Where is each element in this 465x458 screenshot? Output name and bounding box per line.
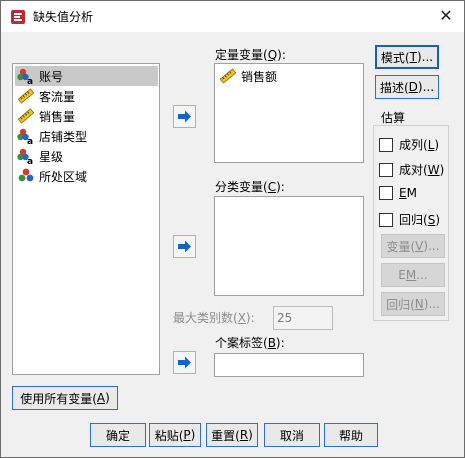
scale-ruler-icon [17,108,35,124]
arrow-right-icon [178,240,191,253]
case-labels-field[interactable] [214,353,364,377]
em-checkbox[interactable]: EM [379,186,417,200]
nominal-string-icon: a [17,148,33,165]
categorical-variable-list[interactable] [214,196,364,296]
listwise-checkbox[interactable]: 成列(L) [379,136,439,153]
variable-name: 店铺类型 [39,129,88,144]
scale-ruler-icon [17,88,35,104]
variable-name: 账号 [39,69,64,84]
max-categories-label: 最大类别数(X): [173,311,255,325]
nominal-string-icon: a [17,68,33,85]
variable-name: 所处区域 [39,169,88,184]
list-item[interactable]: a 店铺类型 [15,126,158,146]
missing-value-analysis-dialog: 缺失值分析 ✕ a 账号 客流量 销售量 a 店铺类型 a 星级 所处区域 定量… [0,0,465,458]
list-item[interactable]: 销售量 [15,106,158,126]
quantitative-variable-list[interactable]: 销售额 [214,63,364,163]
variables-button[interactable]: 变量(V)... [381,234,445,258]
variable-name: 星级 [39,149,64,164]
regression-checkbox[interactable]: 回归(S) [379,211,440,228]
arrow-right-icon [178,110,191,123]
nominal-string-icon: a [17,128,33,145]
checkbox-box[interactable] [379,212,393,227]
close-icon[interactable]: ✕ [434,5,458,27]
pairwise-checkbox[interactable]: 成对(W) [379,161,444,178]
scale-ruler-icon [219,68,237,84]
move-to-case-labels-button[interactable] [173,351,196,374]
arrow-right-icon [178,356,191,369]
svg-text:a: a [27,157,33,165]
nominal-icon [18,168,34,182]
use-all-variables-button[interactable]: 使用所有变量(A) [12,386,118,410]
list-item[interactable]: a 星级 [15,146,158,166]
patterns-button[interactable]: 模式(T)... [375,45,439,69]
checkbox-box[interactable] [379,186,393,200]
variable-name: 销售量 [39,109,76,124]
title-bar: 缺失值分析 ✕ [1,1,464,32]
case-labels-label: 个案标签(B): [215,336,285,350]
quantitative-label: 定量变量(Q): [215,48,286,62]
cancel-button[interactable]: 取消 [264,423,320,447]
checkbox-box[interactable] [379,162,393,177]
list-item[interactable]: a 账号 [15,66,158,86]
variable-name: 客流量 [39,89,76,104]
move-to-categorical-button[interactable] [173,235,196,258]
list-item[interactable]: 销售额 [217,66,362,86]
help-button[interactable]: 帮助 [324,423,378,447]
ok-button[interactable]: 确定 [90,423,146,447]
svg-text:a: a [27,137,33,145]
move-to-quantitative-button[interactable] [173,105,196,128]
svg-text:a: a [27,77,33,85]
regression-options-button[interactable]: 回归(N)... [381,292,445,316]
checkbox-box[interactable] [379,137,393,152]
variable-list[interactable]: a 账号 客流量 销售量 a 店铺类型 a 星级 所处区域 [12,63,160,375]
estimation-title: 估算 [381,111,406,125]
list-item[interactable]: 所处区域 [15,166,158,186]
describe-button[interactable]: 描述(D)... [375,75,439,99]
variable-name: 销售额 [241,69,278,84]
max-categories-field[interactable]: 25 [273,306,333,330]
list-item[interactable]: 客流量 [15,86,158,106]
em-options-button[interactable]: E M... [381,263,445,287]
reset-button[interactable]: 重置(R) [206,423,258,447]
app-icon [11,10,25,24]
categorical-label: 分类变量(C): [215,180,285,194]
paste-button[interactable]: 粘贴(P) [149,423,201,447]
window-title: 缺失值分析 [33,10,94,24]
